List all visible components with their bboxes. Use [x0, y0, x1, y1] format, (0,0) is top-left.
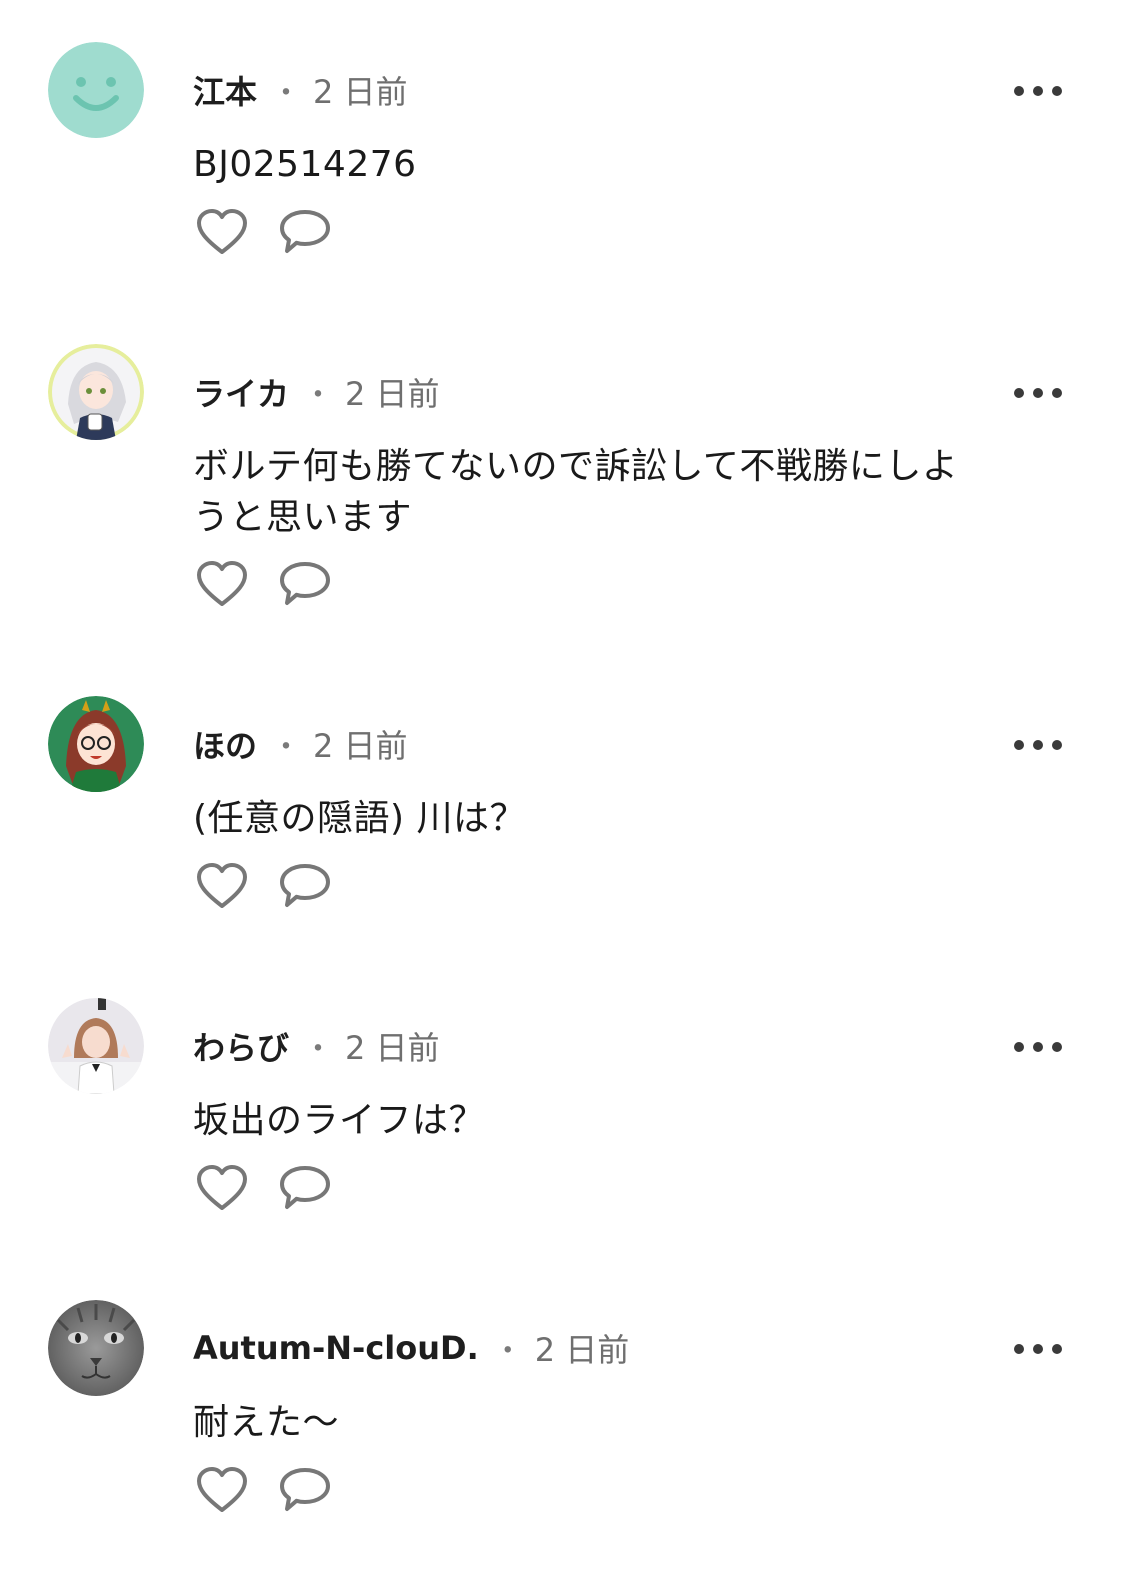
- reply-button[interactable]: [276, 860, 334, 912]
- anime-girl-green-avatar: [48, 696, 144, 792]
- avatar[interactable]: [48, 344, 144, 440]
- timestamp: 2 日前: [534, 1331, 630, 1369]
- speech-bubble-icon: [280, 1468, 330, 1511]
- separator-dot: ・: [271, 76, 302, 111]
- comment-text: (任意の隠語) 川は？: [193, 798, 527, 839]
- more-options-icon[interactable]: [1008, 1334, 1068, 1364]
- comment-actions: [193, 558, 334, 610]
- comment-text: 耐えた〜: [193, 1402, 340, 1443]
- heart-outline-icon: [197, 1467, 247, 1512]
- more-options-icon[interactable]: [1008, 1032, 1068, 1062]
- comment-text: ボルテ何も勝てないので訴訟して不戦勝にしようと思います: [193, 446, 959, 538]
- avatar[interactable]: [48, 42, 144, 138]
- comment-header: Autum-N-clouD. ・ 2 日前: [193, 1326, 629, 1370]
- avatar[interactable]: [48, 696, 144, 792]
- username[interactable]: わらび: [193, 1023, 289, 1069]
- more-options-icon[interactable]: [1008, 730, 1068, 760]
- reply-button[interactable]: [276, 1162, 334, 1214]
- avatar[interactable]: [48, 998, 144, 1094]
- comment-header: 江本 ・ 2 日前: [193, 68, 408, 112]
- comment-actions: [193, 860, 334, 912]
- like-button[interactable]: [193, 1162, 251, 1214]
- heart-outline-icon: [197, 1165, 247, 1210]
- separator-dot: ・: [492, 1334, 523, 1369]
- speech-bubble-icon: [280, 1166, 330, 1209]
- like-button[interactable]: [193, 558, 251, 610]
- comment-text: 坂出のライフは？: [193, 1100, 486, 1141]
- heart-outline-icon: [197, 863, 247, 908]
- photo-person-avatar: [48, 998, 144, 1094]
- like-button[interactable]: [193, 206, 251, 258]
- timestamp: 2 日前: [345, 1029, 440, 1067]
- comment-header: わらび ・ 2 日前: [193, 1024, 440, 1068]
- comment-header: ほの ・ 2 日前: [193, 722, 408, 766]
- timestamp: 2 日前: [313, 73, 408, 111]
- comment-actions: [193, 1464, 334, 1516]
- username[interactable]: Autum-N-clouD.: [193, 1329, 479, 1367]
- reply-button[interactable]: [276, 558, 334, 610]
- speech-bubble-icon: [280, 864, 330, 907]
- reply-button[interactable]: [276, 1464, 334, 1516]
- separator-dot: ・: [271, 730, 302, 765]
- separator-dot: ・: [303, 378, 334, 413]
- speech-bubble-icon: [280, 562, 330, 605]
- heart-outline-icon: [197, 561, 247, 606]
- reply-button[interactable]: [276, 206, 334, 258]
- avatar[interactable]: [48, 1300, 144, 1396]
- comment-actions: [193, 1162, 334, 1214]
- comment-actions: [193, 206, 334, 258]
- smiley-face-icon: [48, 42, 144, 138]
- timestamp: 2 日前: [345, 375, 440, 413]
- like-button[interactable]: [193, 860, 251, 912]
- more-options-icon[interactable]: [1008, 76, 1068, 106]
- speech-bubble-icon: [280, 210, 330, 253]
- cat-photo-avatar: [48, 1300, 144, 1396]
- comment-text: BJ02514276: [193, 144, 417, 185]
- username[interactable]: ほの: [193, 721, 257, 767]
- comment-header: ライカ ・ 2 日前: [193, 370, 440, 414]
- separator-dot: ・: [303, 1032, 334, 1067]
- timestamp: 2 日前: [313, 727, 408, 765]
- heart-outline-icon: [197, 209, 247, 254]
- username[interactable]: 江本: [193, 67, 257, 113]
- anime-girl-avatar: [48, 344, 144, 440]
- username[interactable]: ライカ: [193, 369, 289, 415]
- more-options-icon[interactable]: [1008, 378, 1068, 408]
- like-button[interactable]: [193, 1464, 251, 1516]
